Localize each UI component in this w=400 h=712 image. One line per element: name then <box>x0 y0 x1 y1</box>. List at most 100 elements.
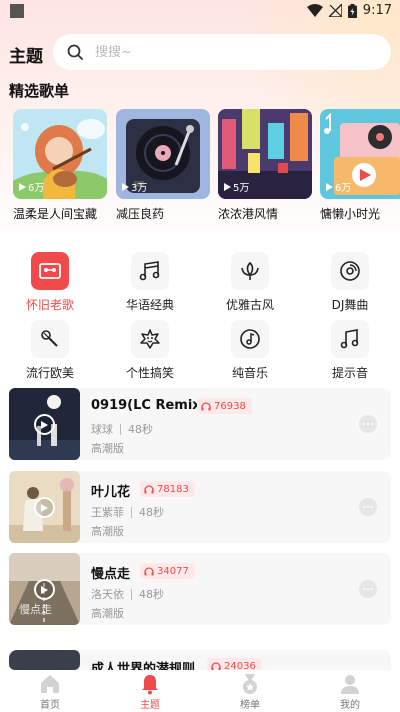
category-funny[interactable]: 个性搞笑 <box>110 320 190 381</box>
song-duration: 48秒 <box>139 588 164 601</box>
playlist-card[interactable]: 3万 减压良药 <box>116 109 210 222</box>
play-icon <box>41 420 48 429</box>
cassette-icon <box>31 252 69 290</box>
headphones-icon <box>144 484 154 493</box>
category-label: 提示音 <box>331 366 368 380</box>
listen-count-badge: 78183 <box>140 481 195 497</box>
category-western-pop[interactable]: 流行欧美 <box>10 320 90 381</box>
category-label: DJ舞曲 <box>331 298 369 312</box>
category-grid: 怀旧老歌 华语经典 优雅古风 DJ舞曲 流行欧美 个性搞笑 纯音乐 提示音 <box>0 250 400 380</box>
song-meta: 王紫菲 48秒 <box>91 504 164 520</box>
song-duration: 48秒 <box>139 506 164 519</box>
nav-label: 榜单 <box>240 700 260 711</box>
nav-theme[interactable]: 主题 <box>100 670 200 712</box>
nav-charts[interactable]: 榜单 <box>200 670 300 712</box>
headphones-icon <box>211 661 221 670</box>
nav-home[interactable]: 首页 <box>0 670 100 712</box>
music-disc-icon <box>231 320 269 358</box>
song-thumbnail <box>9 388 80 460</box>
play-icon <box>326 182 333 191</box>
category-label: 个性搞笑 <box>125 366 174 380</box>
category-nostalgic[interactable]: 怀旧老歌 <box>10 252 90 313</box>
listen-count-badge: 24036 <box>207 658 262 670</box>
nav-label: 主题 <box>140 700 160 711</box>
song-version-tag: 高潮版 <box>91 442 124 455</box>
playlist-cover: 3万 <box>116 109 210 199</box>
playlist-name: 浓浓港风情 <box>218 207 279 221</box>
play-icon <box>41 503 48 512</box>
status-bar: 9:17 <box>0 0 400 24</box>
song-meta: 球球 48秒 <box>91 421 153 437</box>
vinyl-icon <box>331 252 369 290</box>
playlist-cover: 5万 <box>218 109 312 199</box>
nav-label: 首页 <box>40 700 60 711</box>
song-title: 慢点走 <box>91 567 131 582</box>
play-icon <box>224 182 231 191</box>
clock: 9:17 <box>362 3 392 18</box>
wifi-icon <box>306 4 323 17</box>
listen-count-badge: 34077 <box>140 563 195 579</box>
home-icon <box>41 675 59 693</box>
playlist-card[interactable]: 6万 温柔是人间宝藏 <box>13 109 107 222</box>
play-count: 6万 <box>326 179 351 194</box>
svg-text:慢点走: 慢点走 <box>19 603 52 616</box>
category-label: 优雅古风 <box>225 298 274 312</box>
more-options-button[interactable] <box>359 580 377 598</box>
song-artist: 王紫菲 <box>91 506 124 519</box>
bottom-navigation: 首页 主题 榜单 我的 <box>0 670 400 712</box>
song-version-tag: 高潮版 <box>91 607 124 620</box>
play-button[interactable] <box>34 579 55 600</box>
song-title: 0919(LC Remix) <box>91 398 207 413</box>
category-dj[interactable]: DJ舞曲 <box>310 252 390 313</box>
category-label: 怀旧老歌 <box>25 298 74 312</box>
microphone-icon <box>31 320 69 358</box>
page-title: 主题 <box>9 47 43 67</box>
notification-icon <box>10 4 24 18</box>
category-label: 纯音乐 <box>231 366 268 380</box>
featured-playlists: 6万 温柔是人间宝藏 3万 减压良药 5万 浓浓港风情 6万 慵懒小时光 <box>0 109 400 229</box>
song-thumbnail <box>9 650 80 670</box>
playlist-cover: 6万 <box>13 109 107 199</box>
bell-icon <box>142 675 158 695</box>
user-icon <box>341 675 359 694</box>
medal-icon <box>243 674 257 694</box>
song-item[interactable]: 成人世界的潜规则 24036 <box>9 650 391 670</box>
playlist-card[interactable]: 5万 浓浓港风情 <box>218 109 312 222</box>
search-input[interactable] <box>95 44 335 60</box>
music-note-icon <box>331 320 369 358</box>
nav-profile[interactable]: 我的 <box>300 670 400 712</box>
play-count: 3万 <box>122 179 147 194</box>
search-bar[interactable] <box>53 34 391 70</box>
more-options-button[interactable] <box>359 415 377 433</box>
nav-label: 我的 <box>340 700 360 711</box>
category-ancient-style[interactable]: 优雅古风 <box>210 252 290 313</box>
song-version-tag: 高潮版 <box>91 525 124 538</box>
play-count: 6万 <box>19 179 44 194</box>
listen-count-badge: 76938 <box>197 398 252 414</box>
song-item[interactable]: 慢点走 慢点走 34077 洛天依 48秒 高潮版 <box>9 553 391 625</box>
signal-icon <box>328 4 342 17</box>
battery-icon <box>347 3 357 18</box>
playlist-card[interactable]: 6万 慵懒小时光 <box>320 109 400 222</box>
play-icon <box>19 182 26 191</box>
song-artist: 洛天依 <box>91 588 124 601</box>
more-options-button[interactable] <box>359 498 377 516</box>
category-ringtone[interactable]: 提示音 <box>310 320 390 381</box>
play-button[interactable] <box>34 414 55 435</box>
category-pure-music[interactable]: 纯音乐 <box>210 320 290 381</box>
category-chinese-classics[interactable]: 华语经典 <box>110 252 190 313</box>
song-title: 成人世界的潜规则 <box>91 662 196 670</box>
play-icon <box>122 182 129 191</box>
play-count: 5万 <box>224 179 249 194</box>
playlist-cover: 6万 <box>320 109 400 199</box>
headphones-icon <box>144 566 154 575</box>
song-item[interactable]: 叶儿花 78183 王紫菲 48秒 高潮版 <box>9 471 391 543</box>
category-label: 华语经典 <box>125 298 174 312</box>
song-title: 叶儿花 <box>91 485 131 500</box>
play-button[interactable] <box>34 497 55 518</box>
song-duration: 48秒 <box>128 423 153 436</box>
header: 主题 <box>0 34 400 72</box>
featured-playlists-title: 精选歌单 <box>9 82 70 100</box>
song-item[interactable]: 0919(LC Remix) 76938 球球 48秒 高潮版 <box>9 388 391 460</box>
search-icon <box>67 44 83 60</box>
